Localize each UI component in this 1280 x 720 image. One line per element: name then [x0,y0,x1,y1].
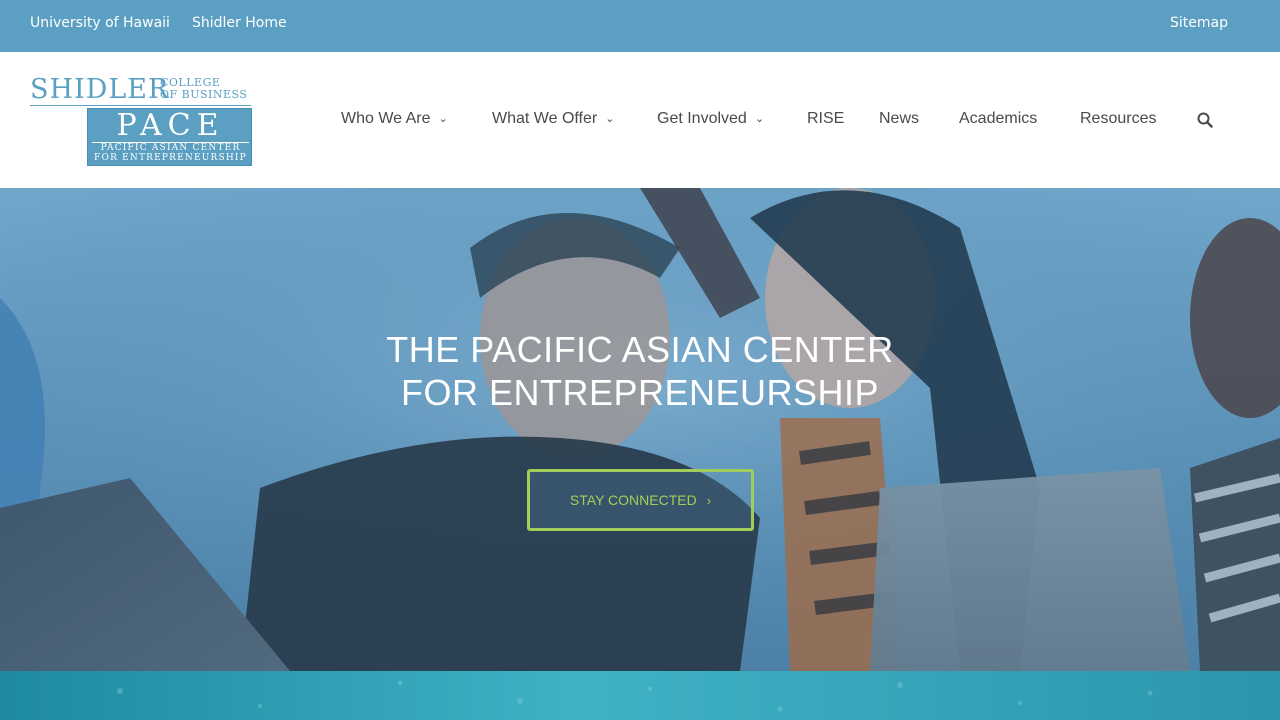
nav-item-label: Who We Are [341,110,431,127]
nav-item-resources[interactable]: Resources [1080,110,1156,128]
logo-college-text: COLLEGE OF BUSINESS [160,77,247,101]
nav-item-rise[interactable]: RISE [807,110,844,128]
nav-item-get-involved[interactable]: Get Involved ⌄ [657,110,764,128]
nav-item-label: News [879,110,920,127]
sitemap-link[interactable]: Sitemap [1170,15,1228,31]
logo-shidler-text: SHIDLER [30,74,170,105]
chevron-right-icon: › [706,492,712,508]
stay-connected-button[interactable]: STAY CONNECTED › [527,469,754,531]
hero-title-line1: THE PACIFIC ASIAN CENTER [386,329,894,370]
logo-pace-text: PACE [116,108,225,143]
next-section-background [0,671,1280,720]
chevron-down-icon: ⌄ [605,113,615,125]
logo-pace-box: PACE PACIFIC ASIAN CENTER FOR ENTREPRENE… [87,108,252,166]
site-header: SHIDLER COLLEGE OF BUSINESS PACE PACIFIC… [0,52,1280,188]
nav-item-news[interactable]: News [879,110,919,128]
nav-item-label: Get Involved [657,110,747,127]
logo-college-line2: OF BUSINESS [160,88,248,101]
nav-item-label: Academics [959,110,1038,127]
logo-divider [30,105,251,106]
nav-item-who-we-are[interactable]: Who We Are ⌄ [341,110,448,128]
logo-subtitle-line2: FOR ENTREPRENEURSHIP [94,153,247,163]
top-utility-bar: University of Hawaii Shidler Home Sitema… [0,0,1280,52]
stay-connected-label: STAY CONNECTED [569,492,697,508]
hero-background-photo [0,188,1280,671]
hero-banner: THE PACIFIC ASIAN CENTER FOR ENTREPRENEU… [0,188,1280,671]
logo-subtitle-line1: PACIFIC ASIAN CENTER [100,143,241,153]
chevron-down-icon: ⌄ [438,113,448,125]
search-icon[interactable] [1197,112,1213,128]
chevron-down-icon: ⌄ [754,113,765,125]
nav-item-what-we-offer[interactable]: What We Offer ⌄ [492,110,614,128]
university-of-hawaii-link[interactable]: University of Hawaii [30,15,170,31]
nav-item-label: What We Offer [492,110,598,127]
hero-title: THE PACIFIC ASIAN CENTER FOR ENTREPRENEU… [290,328,990,414]
shidler-home-link[interactable]: Shidler Home [192,15,287,31]
nav-item-academics[interactable]: Academics [959,110,1037,128]
pace-logo[interactable]: SHIDLER COLLEGE OF BUSINESS PACE PACIFIC… [30,74,252,166]
nav-item-label: Resources [1080,110,1157,127]
hero-title-line2: FOR ENTREPRENEURSHIP [400,372,880,413]
nav-item-label: RISE [807,110,845,127]
texture-pattern [117,680,1153,712]
